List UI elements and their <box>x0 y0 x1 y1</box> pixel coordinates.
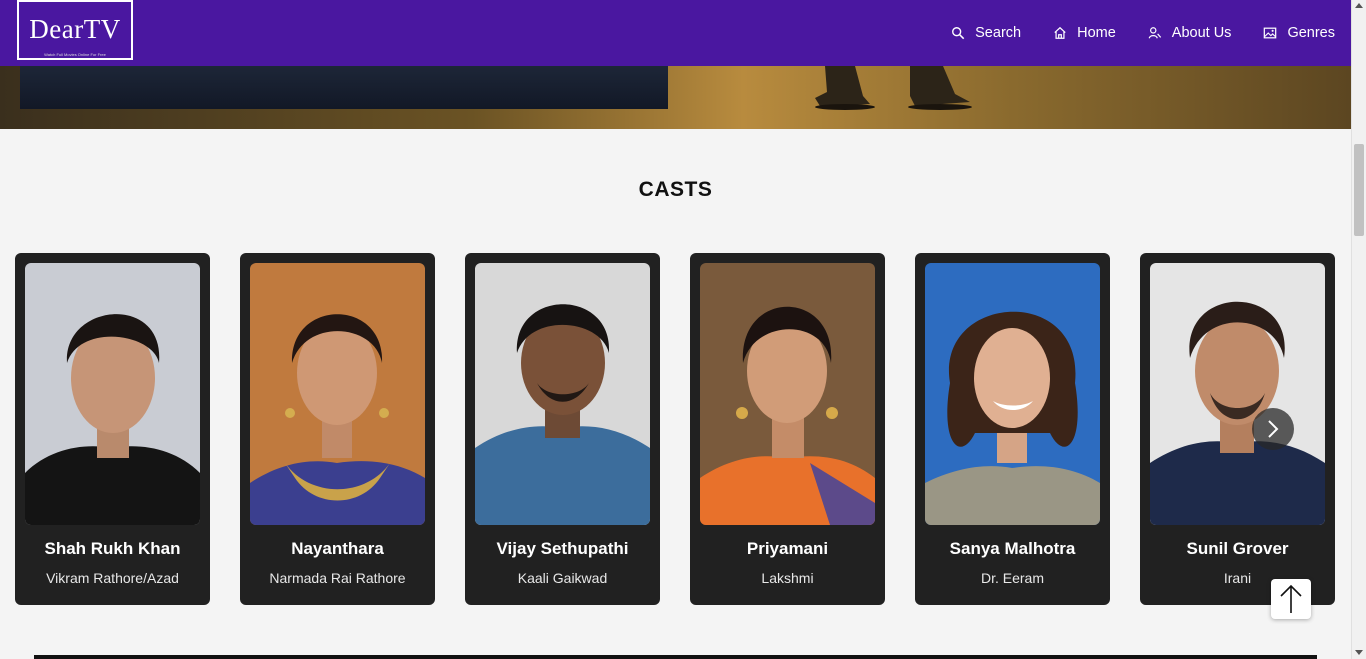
cast-name: Priyamani <box>746 539 829 558</box>
cast-card[interactable]: Shah Rukh Khan Vikram Rathore/Azad <box>15 253 210 605</box>
carousel-next-button[interactable] <box>1252 408 1294 450</box>
logo-tagline: Watch Full Movies Online For Free <box>44 52 106 57</box>
nav-genres-label: Genres <box>1287 25 1335 41</box>
cast-name: Nayanthara <box>291 539 384 558</box>
nav-about-us[interactable]: About Us <box>1148 25 1232 41</box>
cast-photo <box>250 263 425 525</box>
cast-card[interactable]: Sunil Grover Irani <box>1140 253 1335 605</box>
scroll-down-arrow[interactable] <box>1355 650 1363 655</box>
cast-card[interactable]: Sanya Malhotra Dr. Eeram <box>915 253 1110 605</box>
cast-photo <box>1150 263 1325 525</box>
casts-heading: CASTS <box>638 178 713 201</box>
arrow-up-icon <box>1280 584 1302 613</box>
trailer-player[interactable] <box>20 66 668 109</box>
chevron-right-icon <box>1268 420 1279 438</box>
nav-genres[interactable]: Genres <box>1263 25 1335 41</box>
nav-search[interactable]: Search <box>951 25 1021 41</box>
cast-card[interactable]: Vijay Sethupathi Kaali Gaikwad <box>465 253 660 605</box>
main-nav: Search Home About Us Genres <box>919 0 1335 66</box>
cast-name: Sanya Malhotra <box>949 539 1076 558</box>
nav-home-label: Home <box>1077 25 1116 41</box>
hero-banner <box>0 66 1351 129</box>
home-icon <box>1054 26 1066 39</box>
cast-role: Dr. Eeram <box>980 570 1044 586</box>
logo-name: DearTV <box>29 14 121 44</box>
about-us-icon <box>1148 27 1161 39</box>
page-scrollbar[interactable] <box>1351 0 1366 659</box>
cast-role: Kaali Gaikwad <box>517 570 608 586</box>
site-header: DearTV Watch Full Movies Online For Free… <box>0 0 1351 66</box>
nav-search-label: Search <box>975 25 1022 41</box>
cast-role: Vikram Rathore/Azad <box>46 570 179 586</box>
hero-backdrop-image <box>815 66 972 110</box>
cast-card[interactable]: Nayanthara Narmada Rai Rathore <box>240 253 435 605</box>
nav-home[interactable]: Home <box>1053 25 1116 41</box>
cast-name: Shah Rukh Khan <box>44 539 181 558</box>
scrollbar-thumb[interactable] <box>1354 144 1364 236</box>
cast-name: Vijay Sethupathi <box>496 539 629 558</box>
cast-role: Narmada Rai Rathore <box>269 570 406 586</box>
next-section-banner <box>34 655 1317 659</box>
site-logo[interactable]: DearTV Watch Full Movies Online For Free <box>17 0 133 60</box>
cast-photo <box>25 263 200 525</box>
cast-photo <box>700 263 875 525</box>
genres-icon <box>1264 27 1277 39</box>
cast-photo <box>475 263 650 525</box>
search-icon <box>952 27 965 40</box>
nav-about-us-label: About Us <box>1171 25 1232 41</box>
scroll-up-arrow[interactable] <box>1355 3 1363 8</box>
cast-photo <box>925 263 1100 525</box>
cast-role: Lakshmi <box>761 570 814 586</box>
cast-name: Sunil Grover <box>1186 539 1289 558</box>
back-to-top-button[interactable] <box>1271 579 1311 619</box>
cast-card[interactable]: Priyamani Lakshmi <box>690 253 885 605</box>
